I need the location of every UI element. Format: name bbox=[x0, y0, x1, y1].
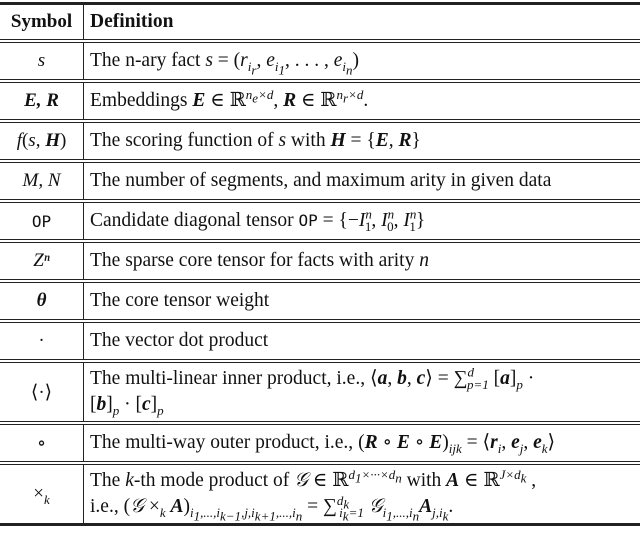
definition-cell: The number of segments, and maximum arit… bbox=[90, 170, 552, 191]
symbol-cell: ∘ bbox=[0, 425, 84, 461]
definition-cell: Candidate diagonal tensor OP = {−In1, In… bbox=[90, 206, 426, 234]
definition-cell: The sparse core tensor for facts with ar… bbox=[90, 250, 429, 271]
symbol-cell: · bbox=[0, 323, 84, 359]
bottom-rule bbox=[0, 523, 640, 526]
table-row: E, R Embeddings E ∈ ℝne×d, R ∈ ℝnr×d. bbox=[0, 83, 640, 119]
table-row: ×k The k-th mode product of 𝒢 ∈ ℝd1×···×… bbox=[0, 465, 640, 523]
table-row: f(s, H) The scoring function of s with H… bbox=[0, 123, 640, 159]
table-row: OP Candidate diagonal tensor OP = {−In1,… bbox=[0, 203, 640, 239]
table-row: ⟨·⟩ The multi-linear inner product, i.e.… bbox=[0, 363, 640, 421]
symbol-cell: ⟨·⟩ bbox=[0, 363, 84, 421]
table-row: ∘ The multi-way outer product, i.e., (R … bbox=[0, 425, 640, 461]
symbol-cell: s bbox=[0, 43, 84, 79]
symbol-cell: Zⁿ bbox=[0, 243, 84, 279]
definition-cell: The multi-way outer product, i.e., (R ∘ … bbox=[90, 432, 556, 456]
table-row: Zⁿ The sparse core tensor for facts with… bbox=[0, 243, 640, 279]
table-row: M, N The number of segments, and maximum… bbox=[0, 163, 640, 199]
symbol-cell: E, R bbox=[0, 83, 84, 119]
symbol-cell: θ bbox=[0, 283, 84, 319]
definition-cell: The core tensor weight bbox=[90, 290, 270, 311]
table-row: s The n-ary fact s = (rir, ei1, . . . , … bbox=[0, 43, 640, 79]
definition-cell: Embeddings E ∈ ℝne×d, R ∈ ℝnr×d. bbox=[90, 86, 369, 112]
definition-cell: The scoring function of s with H = {E, R… bbox=[90, 130, 421, 151]
definition-cell: The multi-linear inner product, i.e., ⟨a… bbox=[90, 364, 535, 418]
table-row: · The vector dot product bbox=[0, 323, 640, 359]
definition-cell: The n-ary fact s = (rir, ei1, . . . , ei… bbox=[90, 50, 359, 78]
header-row: Symbol Definition bbox=[0, 5, 640, 39]
header-symbol: Symbol bbox=[0, 5, 84, 39]
symbol-cell: ×k bbox=[0, 465, 84, 523]
notation-table: Symbol Definition s The n-ary fact s = (… bbox=[0, 0, 640, 526]
symbol-cell: f(s, H) bbox=[0, 123, 84, 159]
definition-cell: The vector dot product bbox=[90, 330, 269, 351]
header-definition: Definition bbox=[90, 11, 174, 32]
symbol-cell: OP bbox=[0, 203, 84, 239]
symbol-cell: M, N bbox=[0, 163, 84, 199]
table-row: θ The core tensor weight bbox=[0, 283, 640, 319]
definition-cell: The k-th mode product of 𝒢 ∈ ℝd1×···×dn … bbox=[90, 466, 537, 524]
